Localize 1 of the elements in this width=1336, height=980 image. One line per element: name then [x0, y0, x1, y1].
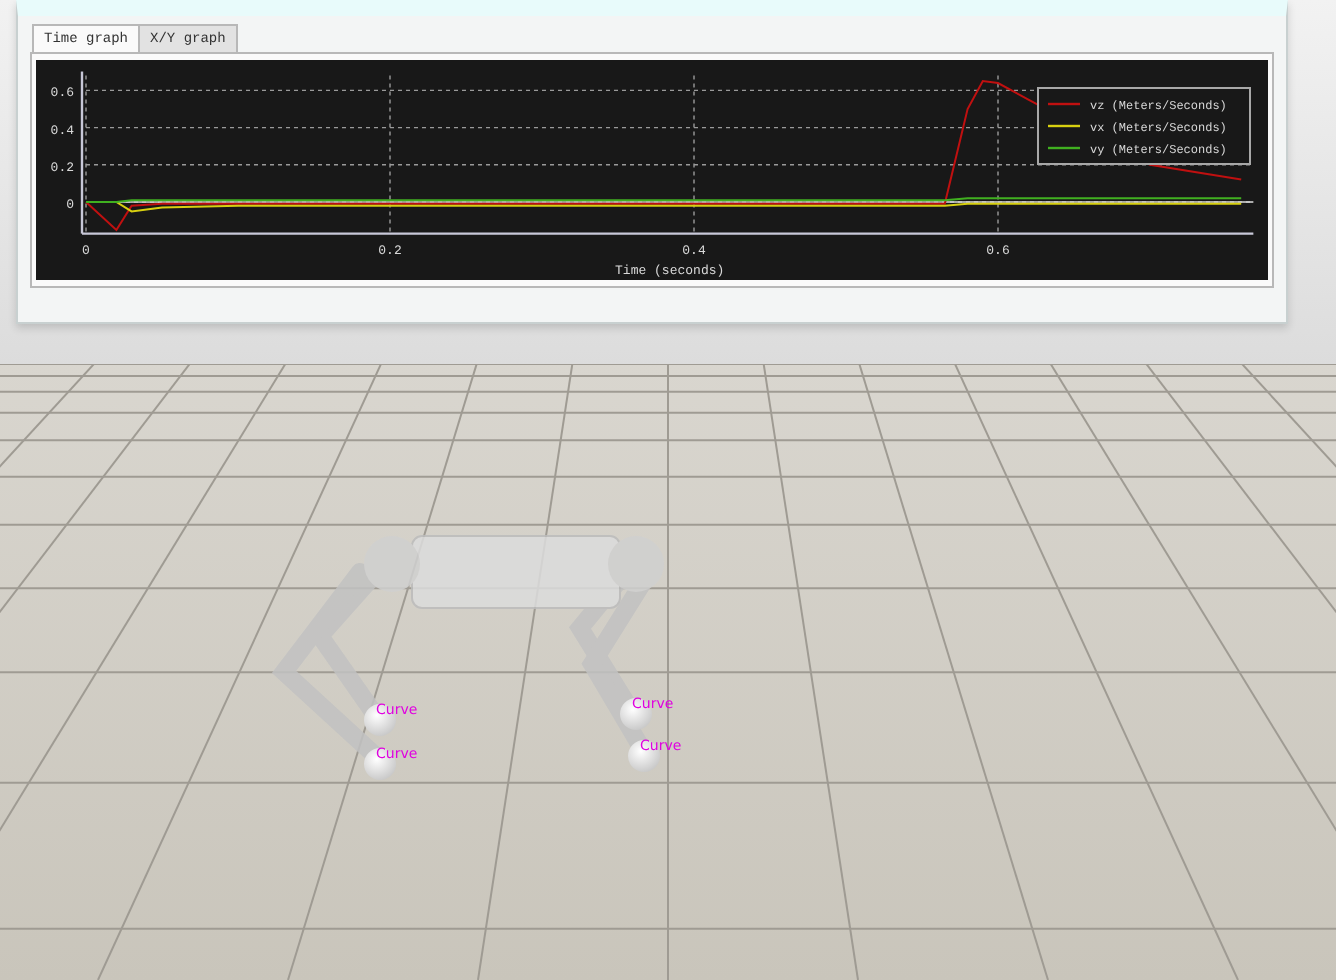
- line-series: [85, 80, 1243, 231]
